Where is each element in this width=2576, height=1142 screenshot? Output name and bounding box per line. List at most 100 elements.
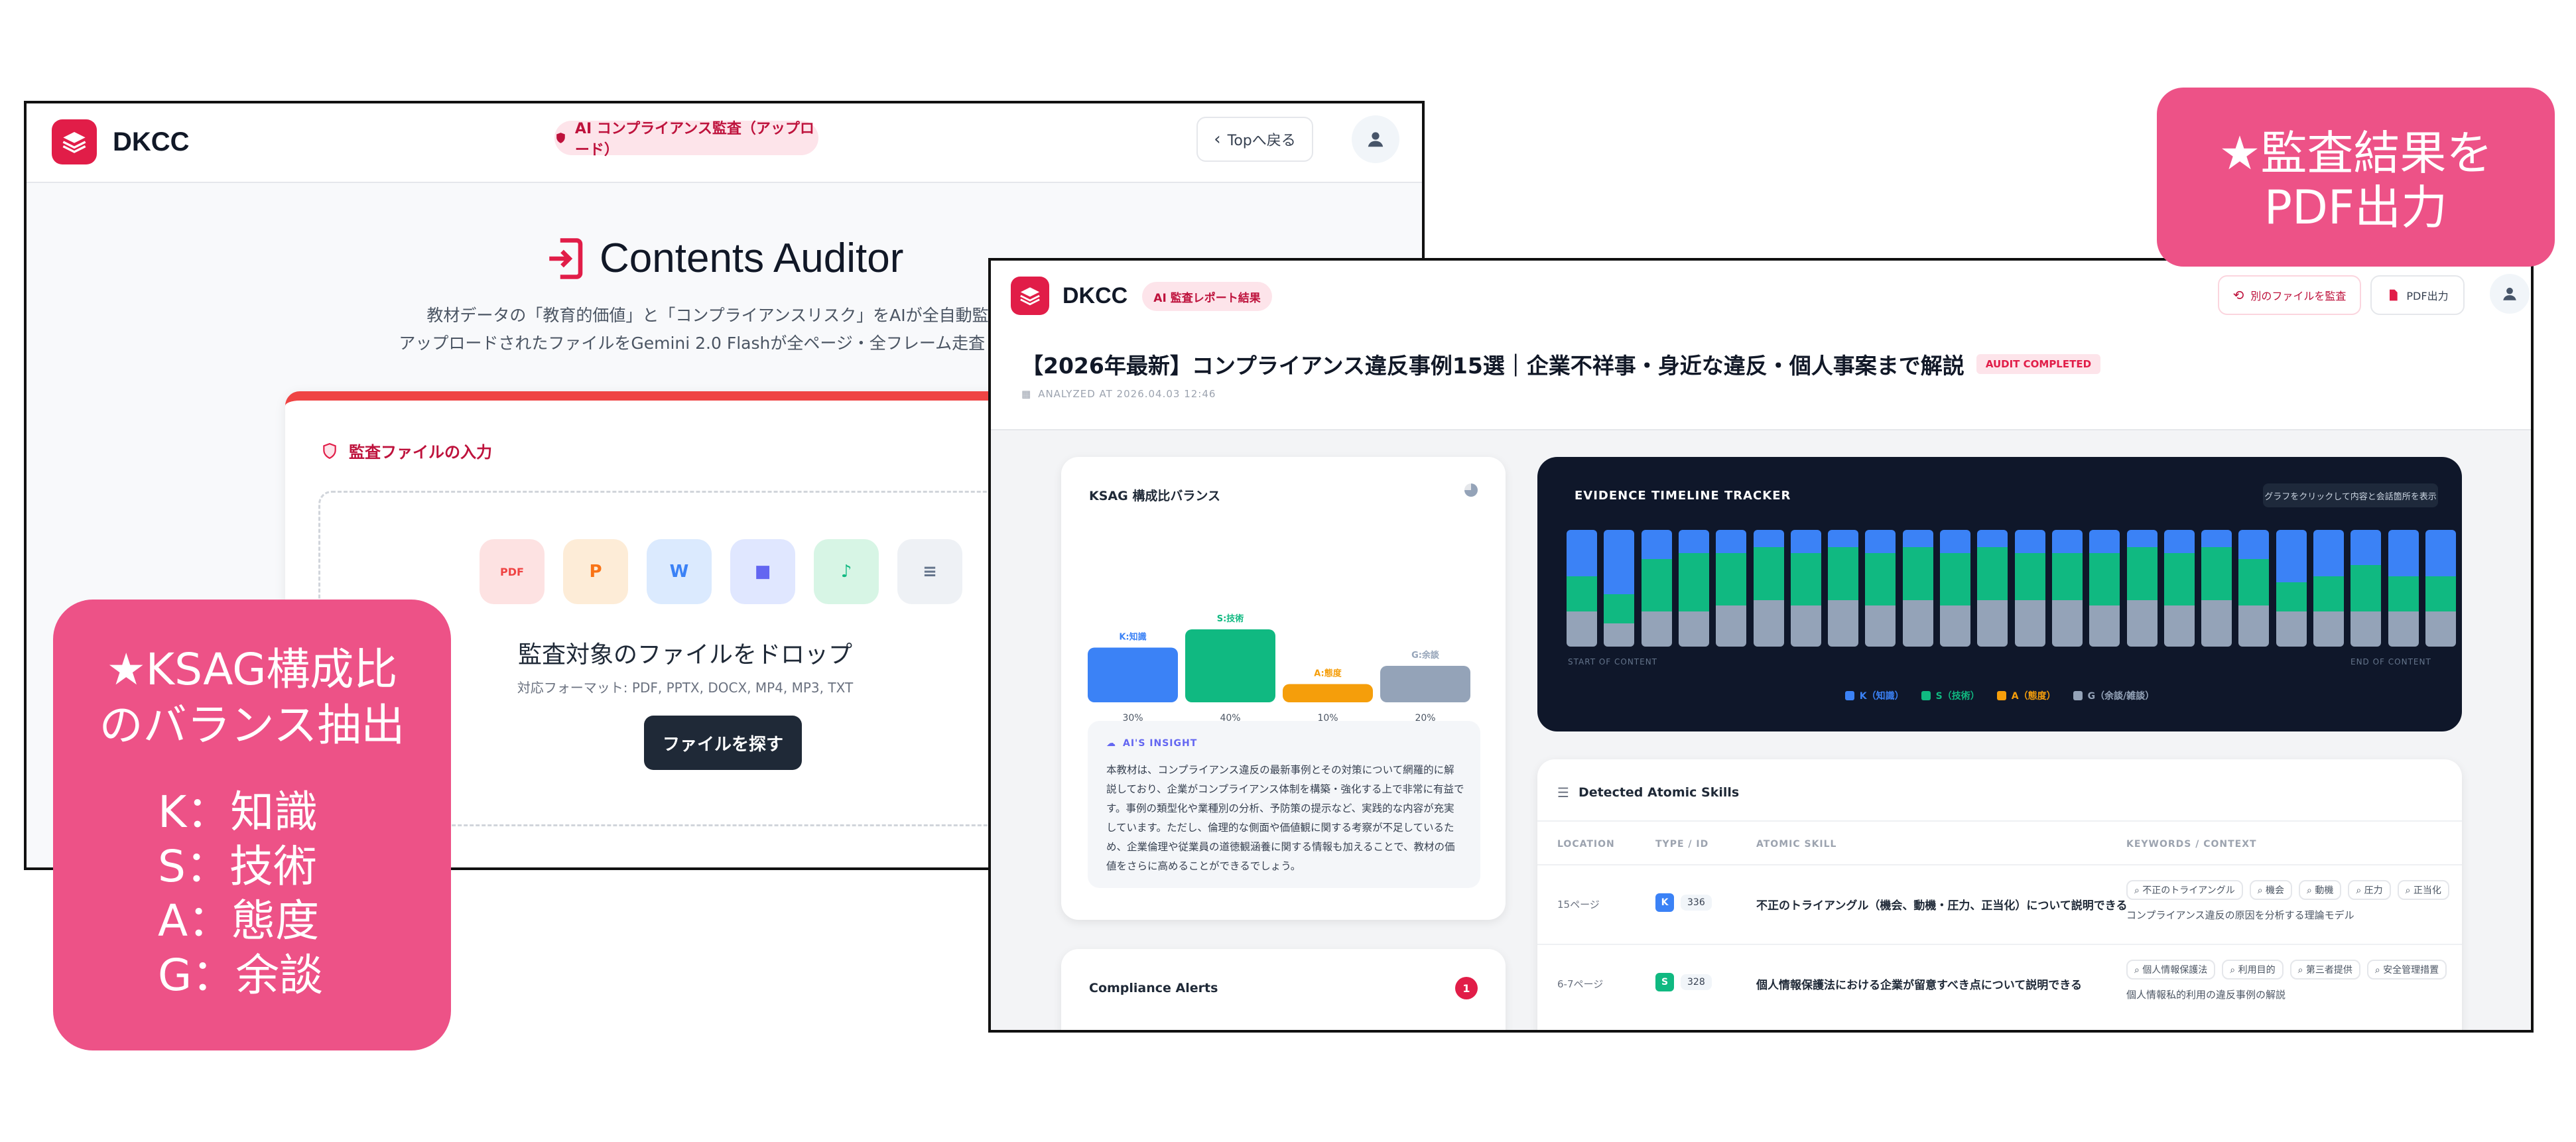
timeline-column[interactable] [1678,530,1709,647]
pdf-callout-line-2: PDF出力 [2264,180,2448,235]
timeline-column[interactable] [2051,530,2083,647]
timeline-segment [2051,553,2083,600]
timeline-segment [2163,530,2195,554]
legend-label: K（知識） [1859,691,1904,702]
timeline-segment [2388,611,2419,647]
timeline-column[interactable] [2388,530,2419,647]
timeline-segment [2388,576,2419,612]
callout-title-line-2: のバランス抽出 [99,700,405,751]
shield-icon [323,442,336,459]
timeline-column[interactable] [1828,530,1859,647]
user-avatar[interactable] [1352,115,1399,163]
timeline-column[interactable] [2425,530,2456,647]
timeline-column[interactable] [2276,530,2307,647]
timeline-segment [1716,530,1747,554]
type-id-cell: S 328 [1655,973,1712,991]
dkcc-logo[interactable] [52,119,97,164]
timeline-column[interactable] [2089,530,2120,647]
user-avatar[interactable] [2490,274,2530,314]
legend-swatch [1921,691,1931,700]
reaudit-button[interactable]: ⟲ 別のファイルを監査 [2218,275,2361,315]
file-type-label: ≡ [923,562,937,582]
timeline-column[interactable] [2201,530,2232,647]
timeline-segment [2126,530,2157,548]
compliance-alerts-card[interactable]: Compliance Alerts 1 [1061,949,1506,1030]
timeline-column[interactable] [1716,530,1747,647]
ksag-bar-0[interactable] [1088,647,1178,703]
timeline-column[interactable] [1902,530,1933,647]
timeline-segment [2313,611,2344,647]
ksag-bar-2[interactable] [1283,684,1373,703]
timeline-column[interactable] [1753,530,1784,647]
timeline-segment [1604,530,1635,594]
timeline-column[interactable] [2163,530,2195,647]
timeline-segment [2313,530,2344,577]
keyword-tag: ⌕ 第三者提供 [2289,960,2360,980]
context-text: 個人情報私的利用の違反事例の解説 [2126,989,2286,1001]
timeline-segment [1678,553,1709,612]
callout-ksag-item: S：技術 [158,841,317,892]
timeline-column[interactable] [2351,530,2382,647]
timeline-column[interactable] [2238,530,2270,647]
ksag-card: KSAG 構成比バランス K:知識 30% S:技術 40% A:態度 10% G:余談 20… [1061,457,1506,920]
skills-title: Detected Atomic Skills [1578,785,1740,800]
ksag-bar-1[interactable] [1185,629,1275,702]
timeline-segment [1678,530,1709,554]
sparkle-icon: ☁ [1106,738,1116,749]
timeline-column[interactable] [1790,530,1821,647]
back-to-top-button[interactable]: ‹ Topへ戻る [1196,117,1313,162]
timeline-column[interactable] [1940,530,1970,647]
timeline-column[interactable] [1567,530,1597,647]
timeline-segment [2425,611,2456,647]
timeline-segment [1790,530,1821,554]
timeline-segment [2351,611,2382,647]
reaudit-label: 別のファイルを監査 [2250,290,2347,302]
timeline-segment [1865,605,1896,647]
timeline-column[interactable] [2313,530,2344,647]
browse-file-button[interactable]: ファイルを探す [644,716,802,770]
table-row[interactable]: 6-7ページ S 328 個人情報保護法における企業が留意すべき点について説明できる ⌕… [1537,944,2462,1023]
timeline-segment [1604,623,1635,647]
file-type-label: PDF [500,565,524,578]
insight-text: 本教材は、コンプライアンス違反の最新事例とその対策について網羅的に解説しており、… [1106,764,1464,872]
keyword-tag: ⌕ 動機 [2299,880,2342,900]
evidence-timeline-tracker[interactable]: EVIDENCE TIMELINE TRACKER グラフをクリックして内容と会… [1537,457,2462,731]
end-label: END OF CONTENT [2351,657,2431,666]
timeline-segment [1828,600,1859,647]
timeline-segment [1716,605,1747,647]
timeline-segment [1790,605,1821,647]
ksag-bar-3[interactable] [1380,666,1470,702]
mp4-video-icon: ■ [730,539,795,604]
column-header: LOCATION [1557,839,1615,850]
timeline-segment [2276,530,2307,583]
keyword-tag: ⌕ 機会 [2249,880,2293,900]
column-header: ATOMIC SKILL [1756,839,1837,850]
timeline-segment [2425,530,2456,577]
mode-pill: AI 監査レポート結果 [1142,282,1272,311]
timeline-column[interactable] [2126,530,2157,647]
timeline-column[interactable] [2014,530,2045,647]
table-row[interactable]: 15ページ K 336 不正のトライアングル（機会、動機・圧力、正当化）について説明で… [1537,865,2462,944]
timeline-column[interactable] [1865,530,1896,647]
skill-id: 328 [1681,974,1712,990]
callout-title-line-1: ★KSAG構成比 [106,644,398,695]
legend-item: A（態度） [1996,689,2056,702]
report-window: DKCC AI 監査レポート結果 ⟲ 別のファイルを監査 PDF出力 【2026… [988,258,2534,1033]
timeline-segment [2126,547,2157,600]
dkcc-logo[interactable] [1011,277,1049,315]
keyword-tags: ⌕ 不正のトライアングル ⌕ 機会 ⌕ 動機 ⌕ 圧力 ⌕ 正当化 [2126,880,2456,900]
file-type-label: ■ [754,562,771,582]
user-icon [2503,287,2516,300]
legend-item: G（余談/雑談） [2073,689,2154,702]
timeline-segment [1753,547,1784,600]
pdf-export-button[interactable]: PDF出力 [2370,275,2465,315]
timeline-segment [1902,600,1933,647]
timeline-column[interactable] [1977,530,2008,647]
timeline-segment [2238,559,2270,606]
timeline-segment [1865,553,1896,606]
input-section-label: 監査ファイルの入力 [349,443,492,462]
timeline-column[interactable] [1604,530,1635,647]
timeline-column[interactable] [1641,530,1672,647]
keyword-tag: ⌕ 個人情報保護法 [2126,960,2216,980]
keyword-tag: ⌕ 正当化 [2397,880,2449,900]
